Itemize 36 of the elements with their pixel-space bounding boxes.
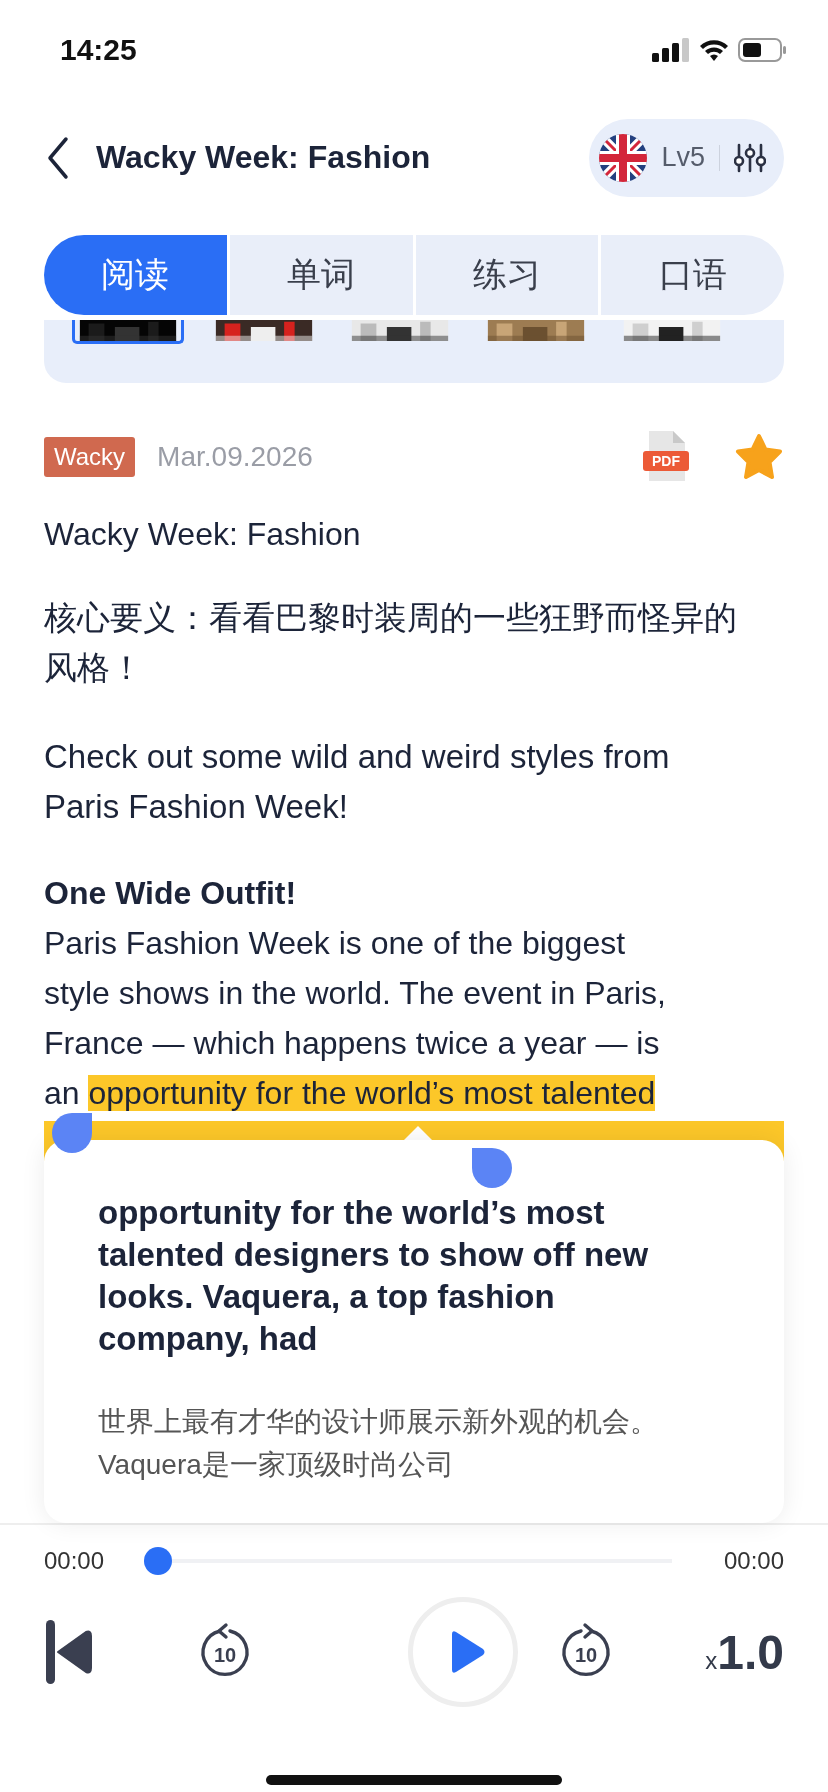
- progress-thumb[interactable]: [144, 1547, 173, 1575]
- speed-button[interactable]: x1.0: [705, 1624, 784, 1680]
- back-icon: [46, 135, 70, 180]
- selected-text: opportunity for the world’s most talented designers to show off new looks. Vaquera, a top fashion company, had: [98, 1193, 650, 1359]
- summary-chinese: 核心要义：看看巴黎时装周的一些狂野而怪异的风格！: [44, 598, 738, 688]
- section-heading: One Wide Outfit!: [44, 874, 298, 913]
- uk-flag-icon: [599, 133, 648, 182]
- selection-handle[interactable]: [472, 1148, 512, 1188]
- summary-english: Check out some wild and weird styles from Paris Fashion Week!: [44, 737, 671, 827]
- rewind-button[interactable]: 10: [197, 1622, 253, 1682]
- category-tag: Wacky: [44, 437, 136, 477]
- tab[interactable]: 口语: [601, 235, 784, 315]
- skip-back-icon: [44, 1620, 92, 1684]
- publish-date: Mar.09.2026: [157, 441, 314, 473]
- tab[interactable]: 阅读: [44, 235, 227, 315]
- wifi-icon: [698, 38, 730, 62]
- play-button[interactable]: [408, 1597, 518, 1707]
- tab[interactable]: 单词: [229, 235, 413, 315]
- total-time: 00:00: [723, 1547, 784, 1575]
- level-pill[interactable]: Lv5: [589, 118, 784, 197]
- forward-button[interactable]: 10: [558, 1622, 614, 1682]
- battery-icon: [738, 38, 788, 62]
- clock-time: 14:25: [60, 33, 137, 67]
- settings-icon: [734, 141, 766, 174]
- skip-back-button[interactable]: [44, 1620, 92, 1684]
- signal-icon: [652, 38, 690, 62]
- level-label: Lv5: [661, 142, 705, 173]
- star-icon[interactable]: [734, 433, 784, 481]
- tab[interactable]: 练习: [415, 235, 599, 315]
- page-title: Wacky Week: Fashion: [96, 139, 432, 176]
- elapsed-time: 00:00: [44, 1547, 105, 1575]
- article-title: Wacky Week: Fashion: [44, 515, 362, 554]
- translation-text: 世界上最有才华的设计师展示新外观的机会。Vaquera是一家顶级时尚公司: [98, 1405, 659, 1482]
- article-paragraph: Paris Fashion Week is one of the biggest style shows in the world. The event in Paris, France — which happens twice a year — is an opportunity for the world’s most talented: [44, 924, 667, 1113]
- selection-handle[interactable]: [52, 1113, 92, 1153]
- back-button[interactable]: [46, 135, 70, 180]
